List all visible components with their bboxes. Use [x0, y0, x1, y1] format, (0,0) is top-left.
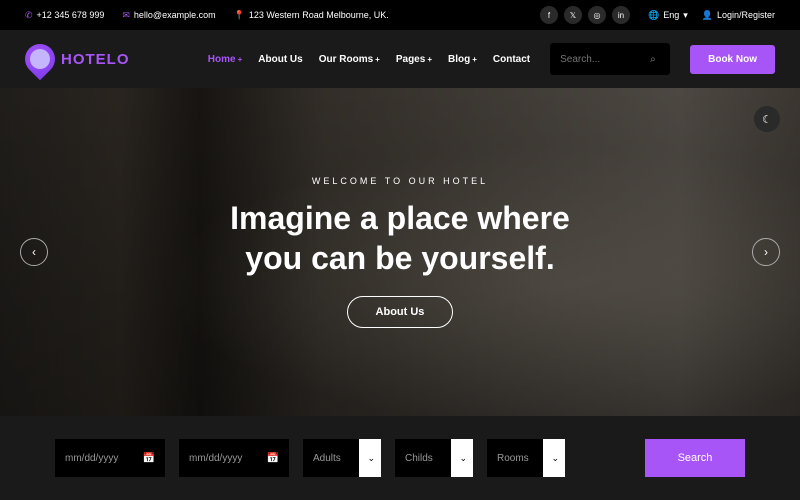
email-icon: ✉	[122, 10, 130, 21]
nav-pages[interactable]: Pages+	[396, 54, 432, 65]
twitter-icon[interactable]: 𝕏	[564, 6, 582, 24]
logo-text: HOTELO	[61, 51, 130, 68]
hero-subtitle: WELCOME TO OUR HOTEL	[312, 176, 488, 186]
plus-icon: +	[472, 55, 477, 64]
about-us-button[interactable]: About Us	[347, 296, 454, 328]
email-item[interactable]: ✉ hello@example.com	[122, 10, 215, 21]
adults-select[interactable]: Adults ⌄	[303, 439, 381, 477]
carousel-prev[interactable]: ‹	[20, 238, 48, 266]
calendar-icon: 📅	[143, 453, 155, 464]
phone-item[interactable]: ✆ +12 345 678 999	[25, 10, 104, 21]
hero-section: ☾ ‹ › WELCOME TO OUR HOTEL Imagine a pla…	[0, 88, 800, 416]
globe-icon: 🌐	[648, 10, 659, 21]
checkin-date[interactable]: mm/dd/yyyy 📅	[55, 439, 165, 477]
logo-icon	[19, 38, 61, 80]
header: HOTELO Home+ About Us Our Rooms+ Pages+ …	[0, 30, 800, 88]
logo[interactable]: HOTELO	[25, 44, 130, 74]
chevron-left-icon: ‹	[32, 245, 36, 259]
chevron-right-icon: ›	[764, 245, 768, 259]
plus-icon: +	[427, 55, 432, 64]
rooms-select[interactable]: Rooms ⌄	[487, 439, 565, 477]
search-input[interactable]	[560, 54, 650, 65]
chevron-down-icon: ▾	[683, 10, 688, 21]
moon-icon: ☾	[762, 113, 772, 126]
nav-home[interactable]: Home+	[208, 54, 242, 65]
user-icon: 👤	[702, 10, 713, 21]
nav-blog[interactable]: Blog+	[448, 54, 477, 65]
plus-icon: +	[375, 55, 380, 64]
book-now-button[interactable]: Book Now	[690, 45, 775, 74]
location-icon: 📍	[234, 10, 245, 21]
phone-text: +12 345 678 999	[37, 10, 105, 20]
login-register[interactable]: 👤 Login/Register	[702, 10, 775, 21]
facebook-icon[interactable]: f	[540, 6, 558, 24]
chevron-down-icon: ⌄	[367, 453, 375, 464]
carousel-next[interactable]: ›	[752, 238, 780, 266]
email-text: hello@example.com	[134, 10, 216, 20]
calendar-icon: 📅	[267, 453, 279, 464]
topbar: ✆ +12 345 678 999 ✉ hello@example.com 📍 …	[0, 0, 800, 30]
booking-bar: mm/dd/yyyy 📅 mm/dd/yyyy 📅 Adults ⌄ Child…	[0, 416, 800, 500]
social-icons: f 𝕏 ◎ in	[540, 6, 630, 24]
phone-icon: ✆	[25, 10, 33, 21]
linkedin-icon[interactable]: in	[612, 6, 630, 24]
plus-icon: +	[238, 55, 243, 64]
main-nav: Home+ About Us Our Rooms+ Pages+ Blog+ C…	[208, 54, 530, 65]
chevron-down-icon: ⌄	[459, 453, 467, 464]
address-item: 📍 123 Western Road Melbourne, UK.	[234, 10, 389, 21]
hero-title: Imagine a place where you can be yoursel…	[230, 198, 570, 278]
theme-toggle[interactable]: ☾	[754, 106, 780, 132]
search-box[interactable]: ⌕	[550, 43, 670, 75]
search-button[interactable]: Search	[645, 439, 745, 477]
instagram-icon[interactable]: ◎	[588, 6, 606, 24]
nav-rooms[interactable]: Our Rooms+	[319, 54, 380, 65]
login-text: Login/Register	[717, 10, 775, 20]
chevron-down-icon: ⌄	[551, 453, 559, 464]
search-icon[interactable]: ⌕	[650, 54, 656, 65]
checkout-date[interactable]: mm/dd/yyyy 📅	[179, 439, 289, 477]
nav-about[interactable]: About Us	[258, 54, 302, 65]
childs-select[interactable]: Childs ⌄	[395, 439, 473, 477]
address-text: 123 Western Road Melbourne, UK.	[249, 10, 389, 20]
nav-contact[interactable]: Contact	[493, 54, 530, 65]
lang-text: Eng	[663, 10, 679, 20]
language-selector[interactable]: 🌐 Eng ▾	[648, 10, 688, 21]
